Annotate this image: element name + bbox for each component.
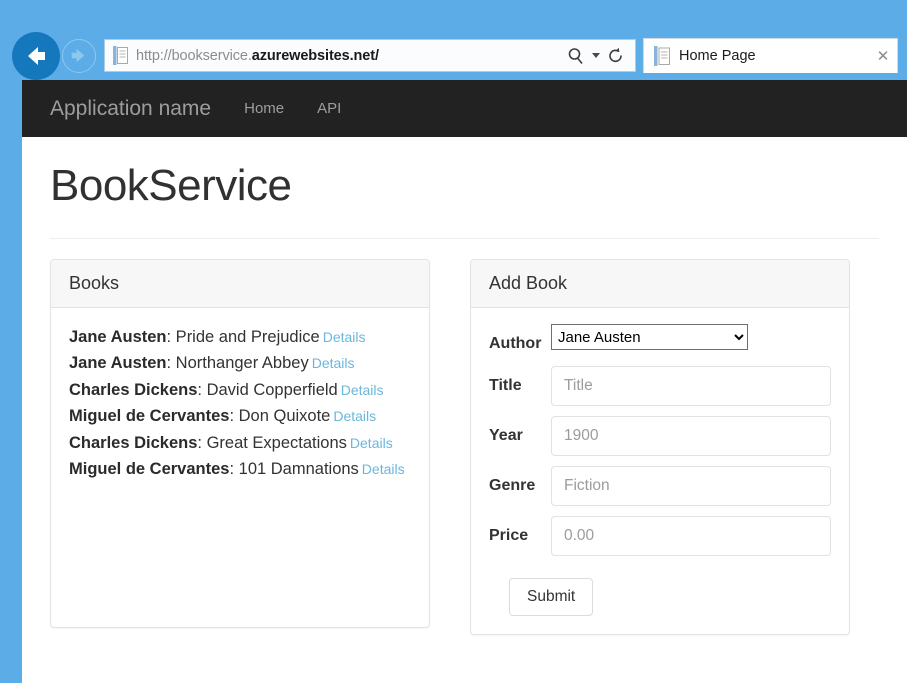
book-author: Miguel de Cervantes bbox=[69, 407, 229, 425]
add-book-panel-heading: Add Book bbox=[471, 260, 849, 308]
book-list-item: Miguel de Cervantes: 101 DamnationsDetai… bbox=[69, 456, 411, 482]
book-list-item: Miguel de Cervantes: Don QuixoteDetails bbox=[69, 403, 411, 429]
tab-title: Home Page bbox=[679, 48, 869, 64]
books-panel: Books Jane Austen: Pride and PrejudiceDe… bbox=[50, 259, 430, 628]
book-author: Charles Dickens bbox=[69, 381, 197, 399]
book-title: : Northanger Abbey bbox=[167, 354, 309, 372]
search-icon[interactable] bbox=[563, 42, 589, 70]
panels-row: Books Jane Austen: Pride and PrejudiceDe… bbox=[22, 239, 907, 635]
year-field-row: Year bbox=[489, 416, 831, 456]
book-author: Jane Austen bbox=[69, 354, 167, 372]
book-author: Charles Dickens bbox=[69, 434, 197, 452]
url-host: azurewebsites.net/ bbox=[252, 48, 379, 64]
page-document-icon bbox=[110, 46, 132, 65]
address-bar[interactable]: http://bookservice.azurewebsites.net/ bbox=[104, 39, 636, 72]
back-arrow-icon bbox=[12, 32, 60, 80]
page-body: BookService Books Jane Austen: Pride and… bbox=[22, 137, 907, 635]
books-panel-body: Jane Austen: Pride and PrejudiceDetailsJ… bbox=[51, 308, 429, 627]
year-label: Year bbox=[489, 427, 551, 445]
book-details-link[interactable]: Details bbox=[333, 408, 376, 424]
navbar-brand[interactable]: Application name bbox=[50, 97, 211, 121]
book-details-link[interactable]: Details bbox=[323, 329, 366, 345]
price-field-row: Price bbox=[489, 516, 831, 556]
book-details-link[interactable]: Details bbox=[350, 435, 393, 451]
forward-button[interactable] bbox=[62, 39, 96, 73]
book-title: : Great Expectations bbox=[197, 434, 347, 452]
author-label: Author bbox=[489, 335, 551, 353]
close-icon[interactable]: ✕ bbox=[869, 47, 897, 65]
book-list-item: Jane Austen: Northanger AbbeyDetails bbox=[69, 350, 411, 376]
author-field-row: Author Jane AustenCharles DickensMiguel … bbox=[489, 324, 831, 350]
book-title: : Pride and Prejudice bbox=[167, 328, 320, 346]
books-list: Jane Austen: Pride and PrejudiceDetailsJ… bbox=[69, 324, 411, 482]
url-prefix: http://bookservice. bbox=[136, 48, 252, 64]
page-document-icon bbox=[650, 46, 674, 66]
chevron-down-icon[interactable] bbox=[592, 53, 600, 58]
price-label: Price bbox=[489, 527, 551, 545]
price-input[interactable] bbox=[551, 516, 831, 556]
nav-link-home[interactable]: Home bbox=[244, 100, 284, 117]
page-title: BookService bbox=[22, 137, 907, 211]
back-button[interactable] bbox=[12, 32, 60, 80]
title-input[interactable] bbox=[551, 366, 831, 406]
url-text: http://bookservice.azurewebsites.net/ bbox=[136, 48, 563, 64]
book-details-link[interactable]: Details bbox=[312, 355, 355, 371]
genre-input[interactable] bbox=[551, 466, 831, 506]
book-list-item: Jane Austen: Pride and PrejudiceDetails bbox=[69, 324, 411, 350]
book-details-link[interactable]: Details bbox=[341, 382, 384, 398]
books-panel-title: Books bbox=[69, 273, 411, 294]
browser-chrome: http://bookservice.azurewebsites.net/ bbox=[0, 0, 907, 80]
address-bar-actions bbox=[563, 42, 635, 70]
nav-link-api[interactable]: API bbox=[317, 100, 341, 117]
books-panel-heading: Books bbox=[51, 260, 429, 308]
book-author: Miguel de Cervantes bbox=[69, 460, 229, 478]
site-navbar: Application name Home API bbox=[22, 80, 907, 137]
book-list-item: Charles Dickens: David CopperfieldDetail… bbox=[69, 377, 411, 403]
browser-tab[interactable]: Home Page ✕ bbox=[643, 38, 898, 73]
refresh-icon[interactable] bbox=[603, 42, 629, 70]
book-list-item: Charles Dickens: Great ExpectationsDetai… bbox=[69, 430, 411, 456]
forward-arrow-icon bbox=[63, 40, 94, 71]
book-title: : 101 Damnations bbox=[229, 460, 358, 478]
book-title: : David Copperfield bbox=[197, 381, 337, 399]
year-input[interactable] bbox=[551, 416, 831, 456]
title-field-row: Title bbox=[489, 366, 831, 406]
genre-field-row: Genre bbox=[489, 466, 831, 506]
title-label: Title bbox=[489, 377, 551, 395]
page-viewport: Application name Home API BookService Bo… bbox=[22, 80, 907, 683]
add-book-panel-title: Add Book bbox=[489, 273, 831, 294]
book-author: Jane Austen bbox=[69, 328, 167, 346]
book-title: : Don Quixote bbox=[229, 407, 330, 425]
book-details-link[interactable]: Details bbox=[362, 461, 405, 477]
browser-window: http://bookservice.azurewebsites.net/ bbox=[0, 0, 907, 683]
author-select[interactable]: Jane AustenCharles DickensMiguel de Cerv… bbox=[551, 324, 748, 350]
submit-button[interactable]: Submit bbox=[509, 578, 593, 616]
genre-label: Genre bbox=[489, 477, 551, 495]
add-book-panel: Add Book Author Jane AustenCharles Dicke… bbox=[470, 259, 850, 635]
add-book-form: Author Jane AustenCharles DickensMiguel … bbox=[471, 308, 849, 634]
